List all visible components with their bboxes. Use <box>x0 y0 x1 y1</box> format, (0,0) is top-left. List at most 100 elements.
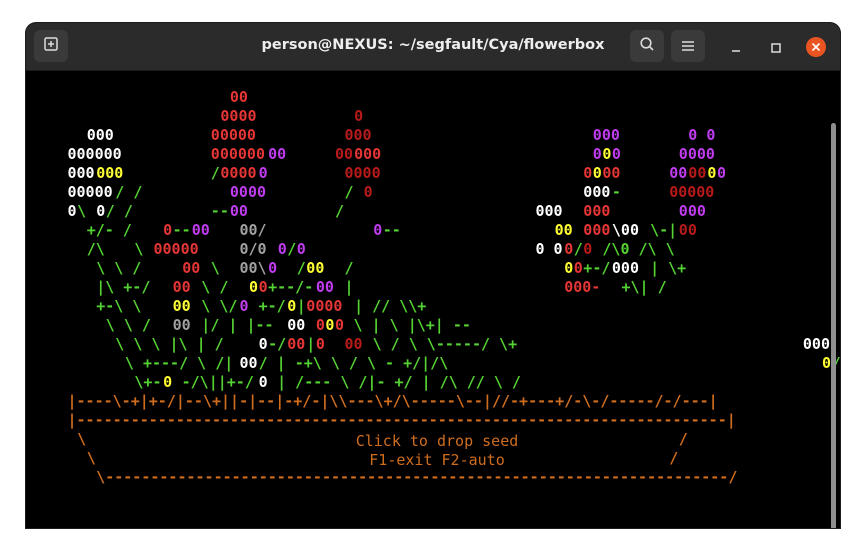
ascii-segment: 000 <box>583 202 610 220</box>
ascii-segment: 0 <box>335 316 344 334</box>
search-button[interactable] <box>630 30 664 62</box>
ascii-segment: 00 <box>192 221 210 239</box>
ascii-segment: 000 <box>87 126 114 144</box>
ascii-segment: | <box>345 278 354 297</box>
ascii-segment: | \+ <box>650 259 686 278</box>
terminal-window: person@NEXUS: ~/segfault/Cya/flowerbox 0… <box>26 23 840 528</box>
ascii-segment: 0 <box>163 221 172 239</box>
ascii-segment: 0 <box>707 164 716 182</box>
ascii-segment: \ <box>211 259 220 277</box>
ascii-segment: +-\ \ <box>96 297 150 315</box>
ascii-segment: 0 <box>564 240 573 258</box>
terminal-scrollbar[interactable] <box>831 123 836 528</box>
terminal-screen[interactable]: 00 0000 0 000 00000 000 000 0 0 000000 00 0000 00 00… <box>26 71 840 528</box>
ascii-segment: 0 <box>574 259 583 277</box>
ascii-segment: / / <box>115 183 142 201</box>
terminal-line: +-\ \ 00\ \/0+-/0|0000| // \\+\+// \ <box>96 297 840 316</box>
ascii-segment: / <box>287 240 296 258</box>
ascii-segment: +/- / <box>87 221 132 239</box>
ascii-segment: 00 <box>316 278 334 296</box>
terminal-line: |---------------------------------------… <box>68 411 736 430</box>
ascii-segment: 000 <box>583 183 610 201</box>
ascii-segment: -/\||+-/ <box>173 373 254 392</box>
ascii-segment: 0 <box>259 335 268 353</box>
ascii-segment: 00 <box>173 297 191 315</box>
hamburger-menu-icon <box>681 37 695 56</box>
ascii-segment: 0 <box>68 202 77 220</box>
ascii-segment: 00000 <box>669 183 714 201</box>
close-button[interactable] <box>806 37 826 57</box>
ascii-segment: 00 <box>230 88 248 106</box>
ascii-segment: 000 <box>536 202 563 220</box>
ascii-segment: 0 <box>583 164 592 182</box>
ascii-segment: 000 <box>803 335 830 353</box>
ascii-segment: 0 <box>717 164 726 182</box>
ascii-segment: \ <box>87 449 96 467</box>
ascii-segment: / <box>345 259 354 277</box>
ascii-segment: \ <box>77 430 86 448</box>
ascii-segment: 0 <box>259 278 268 296</box>
ascii-segment: 0 <box>259 164 268 182</box>
ascii-segment: |/ | |-- <box>201 316 273 335</box>
prompt-key-hints: F1-exit F2-auto <box>369 451 504 469</box>
ascii-segment: 0 <box>268 259 277 277</box>
terminal-line: 00000/ /0000/0000-00000+-/ <box>68 183 841 201</box>
terminal-line: \ \ / 00|/ | |--00000 \ | \ |\+| -- 0+-/… <box>106 316 840 335</box>
ascii-segment: 0 <box>612 145 621 163</box>
ascii-segment: \ <box>77 202 95 220</box>
ascii-segment: 000 <box>593 126 620 144</box>
ascii-segment: 0 <box>354 107 363 125</box>
ascii-segment: / <box>297 259 306 277</box>
ascii-segment: / <box>679 430 688 448</box>
terminal-line: 0\ 0/ /--00/000000000|000 <box>68 202 841 221</box>
ascii-segment: 0 <box>822 354 831 372</box>
ascii-segment: 0000 <box>679 145 715 163</box>
ascii-segment: 00 <box>173 316 191 334</box>
maximize-button[interactable] <box>766 37 786 57</box>
ascii-segment: \ +---/ \ /| <box>125 354 233 373</box>
ascii-segment: \ <box>134 240 152 258</box>
ascii-segment: | <box>297 297 306 316</box>
menu-button[interactable] <box>671 30 705 62</box>
ascii-segment: | <box>306 335 315 354</box>
title-bar: person@NEXUS: ~/segfault/Cya/flowerbox <box>26 23 840 71</box>
ascii-segment: 00 <box>335 145 353 163</box>
ascii-segment: / <box>669 449 678 467</box>
ascii-segment: 000 <box>679 202 706 220</box>
minimize-icon <box>731 38 741 57</box>
ascii-segment: 0 <box>602 145 611 163</box>
terminal-line: 000000/0000000000000000000/0000 <box>68 164 841 182</box>
ascii-segment: 00 <box>669 164 687 182</box>
ascii-segment: \+- <box>134 373 161 391</box>
ascii-segment: 000 <box>68 164 95 182</box>
ascii-segment: \---------------------------------------… <box>96 468 737 486</box>
ascii-segment: +--/- <box>268 278 313 296</box>
ascii-segment: 0 <box>249 278 258 296</box>
ascii-segment: \ / <box>201 278 237 296</box>
ascii-segment: 000 <box>583 221 610 239</box>
ascii-segment <box>325 335 334 353</box>
prompt-click-to-drop-seed: Click to drop seed <box>356 432 519 450</box>
ascii-segment: 00\ <box>240 259 267 277</box>
ascii-segment: 000000 <box>68 145 122 163</box>
ascii-segment: 0 0 <box>536 240 563 258</box>
ascii-segment: 0 <box>297 240 306 258</box>
ascii-segment: 000 <box>96 164 123 182</box>
ascii-segment: /\ <box>87 240 105 258</box>
minimize-button[interactable] <box>726 37 746 57</box>
ascii-segment: 0 <box>364 183 373 201</box>
ascii-segment: \ / \ \-----/ \+ <box>364 335 518 353</box>
ascii-segment: 0 <box>278 240 287 258</box>
ascii-segment: 0 <box>593 145 602 163</box>
ascii-segment: 0 <box>373 221 382 239</box>
ascii-segment: |\ +-/ <box>96 278 150 297</box>
ascii-segment: / <box>574 240 583 258</box>
ascii-segment: | // \\+ <box>354 297 426 316</box>
terminal-line: |----\-+|+-/|--\+||-|--|-+/-|\\---\+/\--… <box>68 392 718 411</box>
ascii-segment: 0000 <box>230 183 266 201</box>
terminal-line: 0000000000 <box>220 107 840 125</box>
ascii-segment: 00 <box>287 335 305 353</box>
ascii-segment: 0 <box>583 240 592 258</box>
ascii-segment: - <box>612 183 621 201</box>
window-title: person@NEXUS: ~/segfault/Cya/flowerbox <box>261 37 605 53</box>
